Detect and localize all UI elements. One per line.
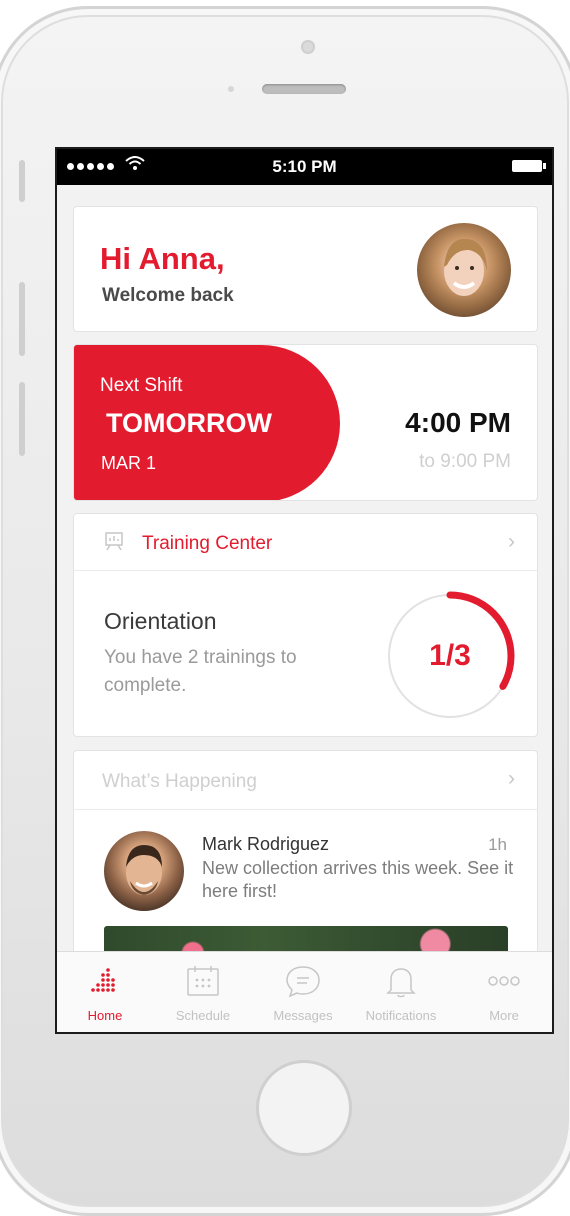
volume-down-button <box>19 382 25 456</box>
greeting-title: Hi Anna, <box>100 241 225 276</box>
greeting-card: Hi Anna, Welcome back <box>73 206 538 332</box>
training-description: You have 2 trainings to complete. <box>104 647 297 696</box>
tab-home[interactable]: Home <box>60 952 150 1032</box>
tab-label-messages: Messages <box>273 1008 333 1023</box>
post-message: New collection arrives this week. See it… <box>202 858 514 901</box>
tab-schedule[interactable]: Schedule <box>158 952 248 1032</box>
user-avatar[interactable] <box>417 223 511 317</box>
author-avatar[interactable] <box>104 831 184 911</box>
training-center-title: Training Center <box>142 533 273 554</box>
calendar-icon <box>158 964 248 998</box>
more-dots-icon <box>459 964 549 998</box>
home-dots-icon <box>60 964 150 998</box>
tab-more[interactable]: More <box>459 952 549 1032</box>
front-camera <box>301 40 315 54</box>
next-shift-card[interactable]: Next Shift TOMORROW MAR 1 4:00 PM to 9:0… <box>73 344 538 501</box>
greeting-subtitle: Welcome back <box>102 285 234 306</box>
training-name: Orientation <box>104 608 217 634</box>
tab-label-notifications: Notifications <box>365 1008 437 1023</box>
whats-happening-header[interactable]: What’s Happening › <box>74 751 537 810</box>
shift-end-time: to 9:00 PM <box>419 451 511 472</box>
status-time: 5:10 PM <box>272 157 337 176</box>
shift-day: TOMORROW <box>106 408 272 438</box>
chat-bubble-icon <box>258 964 348 998</box>
earpiece-speaker <box>262 84 346 94</box>
shift-date: MAR 1 <box>101 453 157 473</box>
proximity-sensor <box>228 86 234 92</box>
home-button[interactable] <box>256 1060 352 1156</box>
tab-label-more: More <box>489 1008 519 1023</box>
training-progress-text: 1/3 <box>429 639 471 672</box>
status-bar: 5:10 PM <box>57 149 552 185</box>
post-author: Mark Rodriguez <box>202 834 330 854</box>
tab-label-home: Home <box>87 1008 123 1023</box>
post-time: 1h <box>488 835 507 854</box>
presentation-board-icon <box>105 532 123 551</box>
tab-bar: Home Schedule Messages Notifications Mor… <box>57 951 552 1032</box>
tab-notifications[interactable]: Notifications <box>356 952 446 1032</box>
battery-icon <box>512 160 546 172</box>
tab-messages[interactable]: Messages <box>258 952 348 1032</box>
whats-happening-title: What’s Happening <box>102 771 257 792</box>
chevron-right-icon: › <box>508 767 515 790</box>
app-screen: 5:10 PM Hi Anna, Welcome back Next Shift… <box>55 147 554 1034</box>
shift-label: Next Shift <box>100 375 183 396</box>
mute-switch <box>19 160 25 202</box>
training-header[interactable]: Training Center › <box>74 514 537 571</box>
chevron-right-icon: › <box>508 530 515 553</box>
training-card: Training Center › Orientation You have 2… <box>73 513 538 737</box>
shift-start-time: 4:00 PM <box>405 407 511 438</box>
volume-up-button <box>19 282 25 356</box>
tab-label-schedule: Schedule <box>175 1008 231 1023</box>
bell-icon <box>356 964 446 998</box>
